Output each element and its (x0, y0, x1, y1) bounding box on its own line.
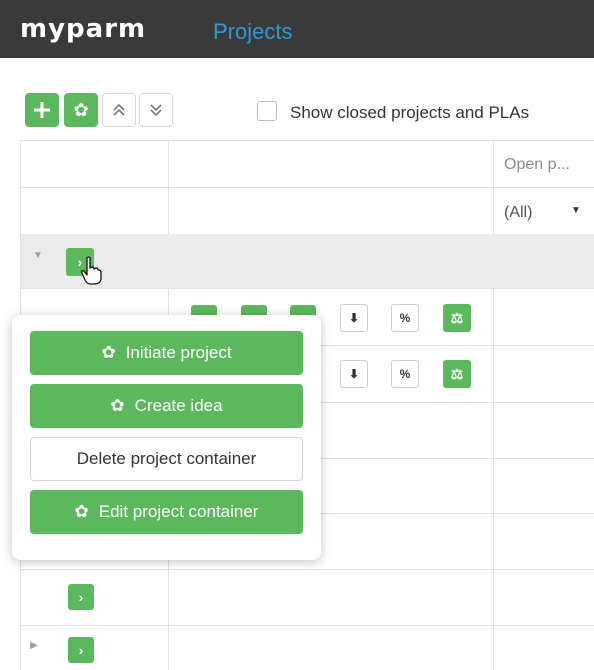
context-menu: ✿ Initiate project ✿ Create idea Delete … (12, 315, 321, 560)
row-expand-button[interactable]: › (68, 584, 94, 610)
gear-icon: ✿ (101, 343, 116, 362)
show-closed-label[interactable]: Show closed projects and PLAs (290, 103, 529, 123)
collapse-all-button[interactable] (102, 93, 136, 127)
scale-icon[interactable]: ⚖ (443, 360, 471, 388)
edit-project-container-button[interactable]: ✿ Edit project container (30, 490, 303, 534)
percent-button[interactable]: % (391, 304, 419, 332)
delete-project-container-button[interactable]: Delete project container (30, 437, 303, 481)
column-header-open[interactable]: Open p... (504, 156, 570, 174)
page-title: Projects (213, 19, 293, 44)
file-download-icon[interactable]: ⬇ (340, 304, 368, 332)
caret-down-icon[interactable]: ▼ (571, 205, 581, 216)
row-divider (20, 625, 594, 626)
plus-icon (34, 102, 50, 118)
top-bar: myparm Projects (0, 0, 594, 58)
filter-select[interactable]: (All) (504, 204, 532, 222)
chevron-right-icon: › (78, 589, 84, 605)
table-row-selected[interactable] (21, 234, 594, 288)
row-divider (20, 140, 594, 141)
gear-icon: ✿ (73, 99, 89, 120)
column-divider (493, 140, 494, 670)
chevron-right-icon: › (78, 642, 84, 658)
create-idea-button[interactable]: ✿ Create idea (30, 384, 303, 428)
gear-icon: ✿ (110, 396, 125, 415)
row-expand-button[interactable]: › (68, 637, 94, 663)
initiate-project-button[interactable]: ✿ Initiate project (30, 331, 303, 375)
menu-item-label: Create idea (134, 396, 223, 415)
menu-item-label: Delete project container (76, 449, 257, 468)
expand-caret-icon[interactable]: ▶ (30, 640, 38, 651)
settings-button[interactable]: ✿ (64, 93, 98, 127)
add-button[interactable] (25, 93, 59, 127)
hand-cursor-icon (81, 256, 102, 285)
percent-button[interactable]: % (391, 360, 419, 388)
chevron-double-up-icon (113, 103, 125, 116)
show-closed-checkbox[interactable] (257, 101, 277, 121)
menu-item-label: Edit project container (98, 502, 259, 521)
file-download-icon[interactable]: ⬇ (340, 360, 368, 388)
gear-icon: ✿ (74, 502, 89, 521)
row-divider (20, 569, 594, 570)
menu-item-label: Initiate project (125, 343, 232, 362)
chevron-double-down-icon (150, 104, 162, 117)
row-divider (20, 187, 594, 188)
app-logo[interactable]: myparm (20, 14, 146, 44)
row-divider (20, 288, 594, 289)
scale-icon[interactable]: ⚖ (443, 304, 471, 332)
expand-all-button[interactable] (139, 93, 173, 127)
collapse-caret-icon[interactable]: ▼ (33, 250, 43, 261)
